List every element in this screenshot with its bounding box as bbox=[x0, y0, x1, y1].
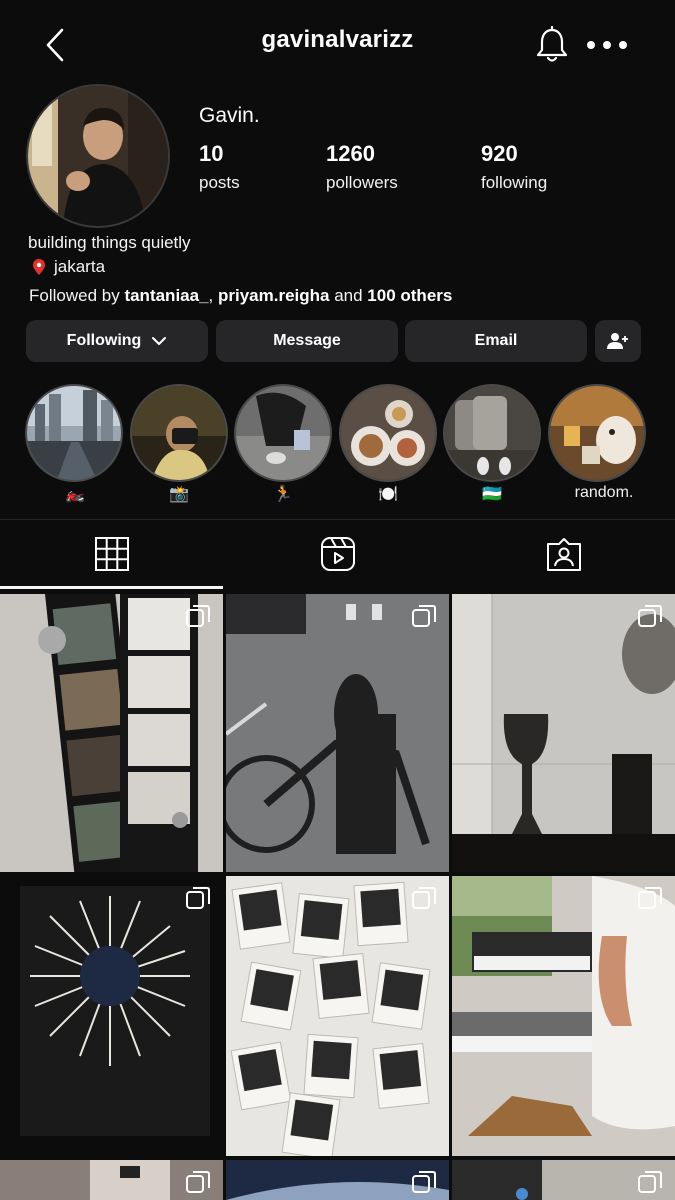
pin-icon bbox=[33, 259, 45, 275]
post-photo-bike-shadow bbox=[226, 594, 449, 872]
highlight-5[interactable] bbox=[445, 386, 539, 480]
multiple-photos-icon bbox=[412, 1171, 436, 1193]
followed-by-and: and bbox=[329, 286, 368, 305]
highlight-4-cover bbox=[341, 386, 435, 480]
active-tab-indicator bbox=[0, 586, 223, 589]
post-photo-firework bbox=[0, 876, 223, 1156]
followers-count: 1260 bbox=[326, 141, 375, 166]
highlight-5-label: 🇺🇿 bbox=[482, 486, 502, 503]
message-button[interactable]: Message bbox=[216, 320, 398, 362]
message-button-label: Message bbox=[273, 332, 341, 349]
avatar[interactable] bbox=[28, 86, 168, 226]
posts-count: 10 bbox=[199, 141, 224, 166]
multiple-photos-icon bbox=[412, 887, 436, 909]
multiple-photos-icon bbox=[638, 605, 662, 627]
post-tile[interactable] bbox=[226, 1160, 449, 1200]
multiple-photos-icon bbox=[638, 887, 662, 909]
followed-by-user-1[interactable]: tantaniaa_ bbox=[124, 286, 208, 305]
multiple-photos-icon bbox=[186, 1171, 210, 1193]
bio-text: building things quietly bbox=[28, 233, 191, 252]
highlight-3-cover bbox=[236, 386, 330, 480]
multiple-photos-icon bbox=[186, 887, 210, 909]
add-user-icon bbox=[607, 333, 628, 349]
bio-location: jakarta bbox=[32, 257, 105, 277]
highlight-6[interactable] bbox=[550, 386, 644, 480]
add-user-button[interactable] bbox=[595, 320, 641, 362]
more-icon[interactable] bbox=[585, 36, 629, 54]
highlight-1[interactable] bbox=[27, 386, 121, 480]
post-tile[interactable] bbox=[0, 876, 223, 1156]
email-button-label: Email bbox=[474, 332, 518, 349]
highlight-4[interactable] bbox=[341, 386, 435, 480]
following-button-label: Following bbox=[66, 332, 142, 349]
highlight-2-cover bbox=[132, 386, 226, 480]
post-photo-filmstrip bbox=[0, 594, 223, 872]
reels-icon[interactable] bbox=[320, 536, 356, 572]
post-tile[interactable] bbox=[452, 876, 675, 1156]
grid-icon[interactable] bbox=[94, 536, 130, 572]
posts-stat[interactable]: 10 posts bbox=[199, 141, 240, 193]
multiple-photos-icon bbox=[186, 605, 210, 627]
highlight-3[interactable] bbox=[236, 386, 330, 480]
multiple-photos-icon bbox=[638, 1171, 662, 1193]
post-photo-wine-shadow bbox=[452, 594, 675, 872]
tagged-icon[interactable] bbox=[546, 536, 582, 572]
followers-stat[interactable]: 1260 pollowers bbox=[326, 141, 398, 193]
followed-by-user-2[interactable]: priyam.reigha bbox=[218, 286, 330, 305]
post-photo-polaroids bbox=[226, 876, 449, 1156]
post-tile[interactable] bbox=[226, 594, 449, 872]
highlight-6-label: random. bbox=[574, 484, 634, 501]
followed-by-prefix: Followed by bbox=[29, 286, 125, 305]
display-name: Gavin. bbox=[199, 104, 260, 127]
highlight-5-cover bbox=[445, 386, 539, 480]
highlight-6-cover bbox=[550, 386, 644, 480]
location-text: jakarta bbox=[54, 257, 106, 276]
posts-label: posts bbox=[199, 173, 240, 192]
profile-username: gavinalvarizz bbox=[261, 26, 414, 53]
post-tile[interactable] bbox=[226, 876, 449, 1156]
followed-by-others[interactable]: 100 others bbox=[367, 286, 452, 305]
followed-by[interactable]: Followed by tantaniaa_, priyam.reigha an… bbox=[29, 286, 452, 306]
post-tile[interactable] bbox=[452, 594, 675, 872]
followers-label: pollowers bbox=[326, 173, 398, 192]
multiple-photos-icon bbox=[412, 605, 436, 627]
highlight-3-label: 🏃 bbox=[273, 486, 293, 503]
chevron-down-icon bbox=[152, 337, 167, 345]
following-stat[interactable]: 920 following bbox=[481, 141, 547, 193]
post-tile[interactable] bbox=[0, 594, 223, 872]
avatar-photo bbox=[28, 86, 168, 226]
followed-by-separator: , bbox=[208, 286, 218, 305]
following-count: 920 bbox=[481, 141, 518, 166]
tabs-divider-top bbox=[0, 519, 675, 520]
post-photo-synth bbox=[452, 876, 675, 1156]
post-tile[interactable] bbox=[452, 1160, 675, 1200]
email-button[interactable]: Email bbox=[405, 320, 587, 362]
following-button[interactable]: Following bbox=[26, 320, 208, 362]
bell-icon[interactable] bbox=[534, 26, 570, 64]
highlight-1-cover bbox=[27, 386, 121, 480]
highlight-2-label: 📸 bbox=[169, 486, 189, 503]
highlight-2[interactable] bbox=[132, 386, 226, 480]
highlight-4-label: 🍽️ bbox=[378, 486, 398, 503]
following-label: following bbox=[481, 173, 548, 192]
highlight-1-label: 🏍️ bbox=[65, 486, 85, 503]
post-tile[interactable] bbox=[0, 1160, 223, 1200]
